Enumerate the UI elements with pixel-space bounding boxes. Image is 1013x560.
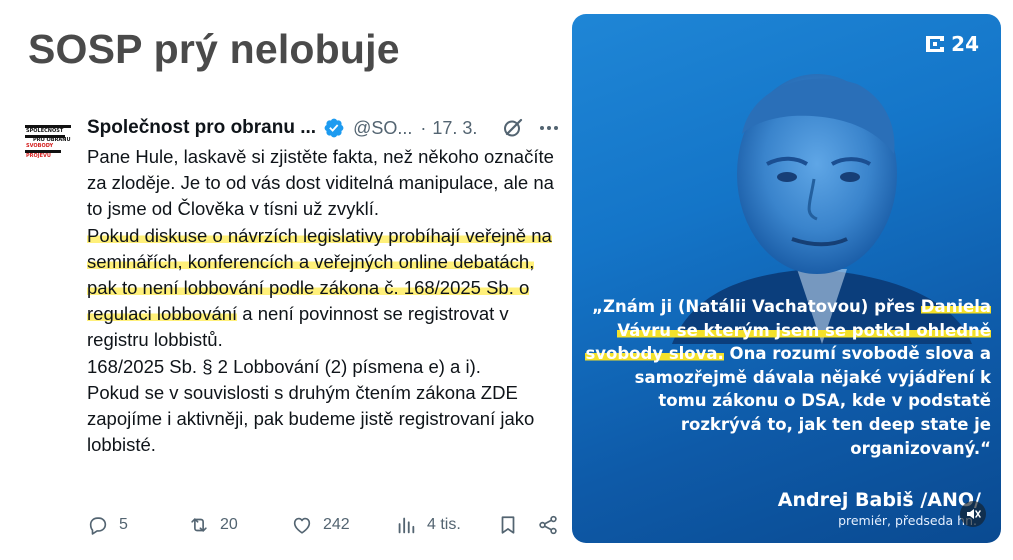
bookmark-icon xyxy=(501,516,515,534)
views-count: 4 tis. xyxy=(427,516,461,533)
like-icon xyxy=(293,517,311,534)
share-icon xyxy=(539,515,557,535)
quote-paragraph: „Znám ji (Natálii Vachatovou) přes Danie… xyxy=(582,295,991,460)
tweet-text: Pane Hule, laskavě si zjistěte fakta, ne… xyxy=(87,144,567,458)
views-button[interactable]: 4 tis. xyxy=(395,512,461,538)
reply-button[interactable]: 5 xyxy=(87,512,128,538)
mute-icon xyxy=(967,509,981,519)
bookmark-button[interactable] xyxy=(497,512,529,538)
share-button[interactable] xyxy=(537,512,569,538)
avatar-text-line: SVOBODY xyxy=(26,143,54,149)
ct24-logo: 24 xyxy=(922,32,979,56)
verified-badge-icon xyxy=(324,118,344,138)
tweet-header: Společnost pro obranu ... @SO... · 17. 3… xyxy=(87,116,567,140)
mute-button[interactable] xyxy=(960,501,986,527)
like-count: 242 xyxy=(323,516,350,533)
speaker-role: premiér, předseda hn. xyxy=(838,513,977,528)
avatar-text-line: PROJEVU xyxy=(26,153,51,159)
views-icon xyxy=(398,517,415,534)
grok-icon[interactable] xyxy=(501,116,525,140)
repost-button[interactable]: 20 xyxy=(188,512,238,538)
ct-logo-icon xyxy=(926,36,945,52)
tweet-paragraph: 168/2025 Sb. § 2 Lobbování (2) písmena e… xyxy=(87,355,481,377)
quote-segment: „Znám ji (Natálii Vachatovou) přes xyxy=(592,297,921,316)
more-icon[interactable] xyxy=(537,116,561,140)
avatar[interactable]: SPOLEČNOST PRO OBRANU SVOBODY PROJEVU xyxy=(25,125,71,159)
tweet: SPOLEČNOST PRO OBRANU SVOBODY PROJEVU Sp… xyxy=(0,0,570,560)
speaker-name: Andrej Babiš /ANO/ xyxy=(777,489,981,511)
tweet-paragraph: Pokud se v souvislosti s druhým čtením z… xyxy=(87,381,535,456)
like-button[interactable]: 242 xyxy=(291,512,350,538)
quote-text: „Znám ji (Natálii Vachatovou) přes Danie… xyxy=(582,295,991,460)
ct24-logo-text: 24 xyxy=(951,32,979,56)
tweet-actions: 5 20 242 4 tis. xyxy=(87,512,567,538)
author-name[interactable]: Společnost pro obranu ... xyxy=(87,117,316,139)
repost-count: 20 xyxy=(220,516,238,533)
author-handle[interactable]: @SO... xyxy=(353,118,412,139)
news-image-card[interactable]: 24 „Znám ji (Natálii Vachatovou) přes Da… xyxy=(572,14,1001,543)
avatar-text-line: SPOLEČNOST xyxy=(26,128,64,134)
repost-icon xyxy=(191,518,207,532)
tweet-date[interactable]: 17. 3. xyxy=(432,118,477,139)
tweet-paragraph: Pane Hule, laskavě si zjistěte fakta, ne… xyxy=(87,146,554,220)
reply-count: 5 xyxy=(119,516,128,533)
reply-icon xyxy=(89,517,107,535)
tweet-paragraph: Pokud diskuse o návrzích legislativy pro… xyxy=(87,223,567,354)
separator-dot: · xyxy=(420,117,427,138)
